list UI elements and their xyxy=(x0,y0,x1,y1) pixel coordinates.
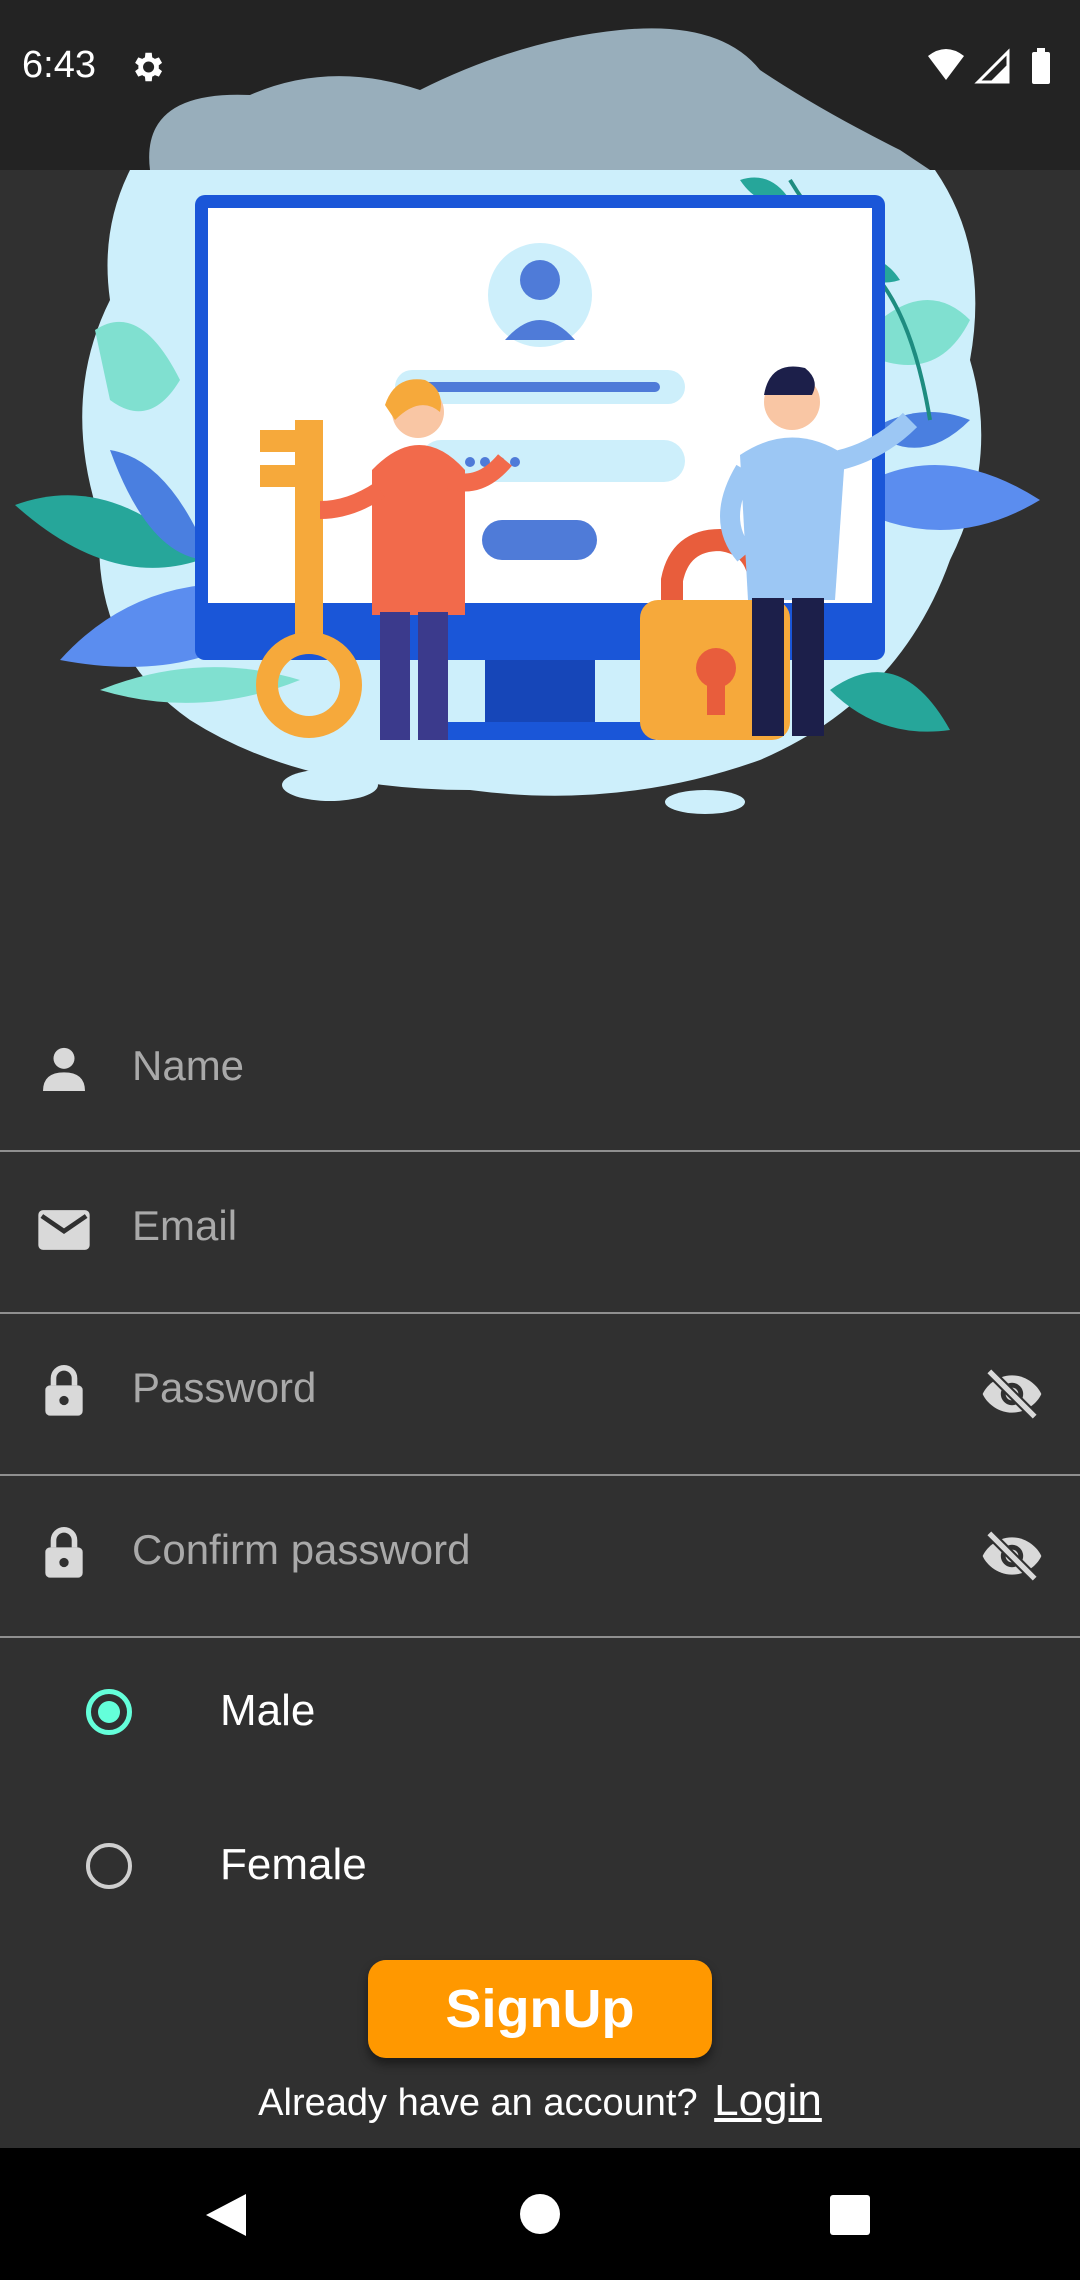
radio-dot xyxy=(98,1701,120,1723)
login-prompt: Already have an account? xyxy=(258,2082,698,2124)
password-field[interactable]: Password xyxy=(0,1314,1080,1476)
gender-option-female[interactable]: Female xyxy=(0,1796,1080,1936)
login-prompt-line: Already have an account? Login xyxy=(0,2076,1080,2126)
radio-label-female: Female xyxy=(220,1840,367,1889)
lock-icon xyxy=(45,1365,83,1416)
confirm-password-field[interactable]: Confirm password xyxy=(0,1476,1080,1638)
confirm-password-placeholder: Confirm password xyxy=(132,1526,471,1573)
radio-label-male: Male xyxy=(220,1686,316,1735)
radio-button[interactable] xyxy=(86,1843,132,1889)
home-icon[interactable] xyxy=(518,2192,562,2236)
visibility-off-icon[interactable] xyxy=(980,1524,1044,1588)
recents-icon[interactable] xyxy=(829,2194,871,2236)
signup-button[interactable]: SignUp xyxy=(368,1960,712,2058)
name-field[interactable]: Name xyxy=(0,990,1080,1152)
navigation-bar xyxy=(0,2148,1080,2280)
lock-icon xyxy=(45,1527,83,1578)
signup-illustration xyxy=(15,28,1040,814)
login-link[interactable]: Login xyxy=(714,2076,822,2125)
person-icon xyxy=(43,1047,85,1091)
mail-icon xyxy=(38,1210,90,1250)
radio-button-selected[interactable] xyxy=(86,1689,132,1735)
name-placeholder: Name xyxy=(132,1042,245,1089)
gender-option-male[interactable]: Male xyxy=(0,1642,1080,1782)
email-placeholder: Email xyxy=(132,1202,238,1249)
back-icon[interactable] xyxy=(200,2192,250,2238)
email-field[interactable]: Email xyxy=(0,1152,1080,1314)
visibility-off-icon[interactable] xyxy=(980,1362,1044,1426)
password-placeholder: Password xyxy=(132,1364,317,1411)
